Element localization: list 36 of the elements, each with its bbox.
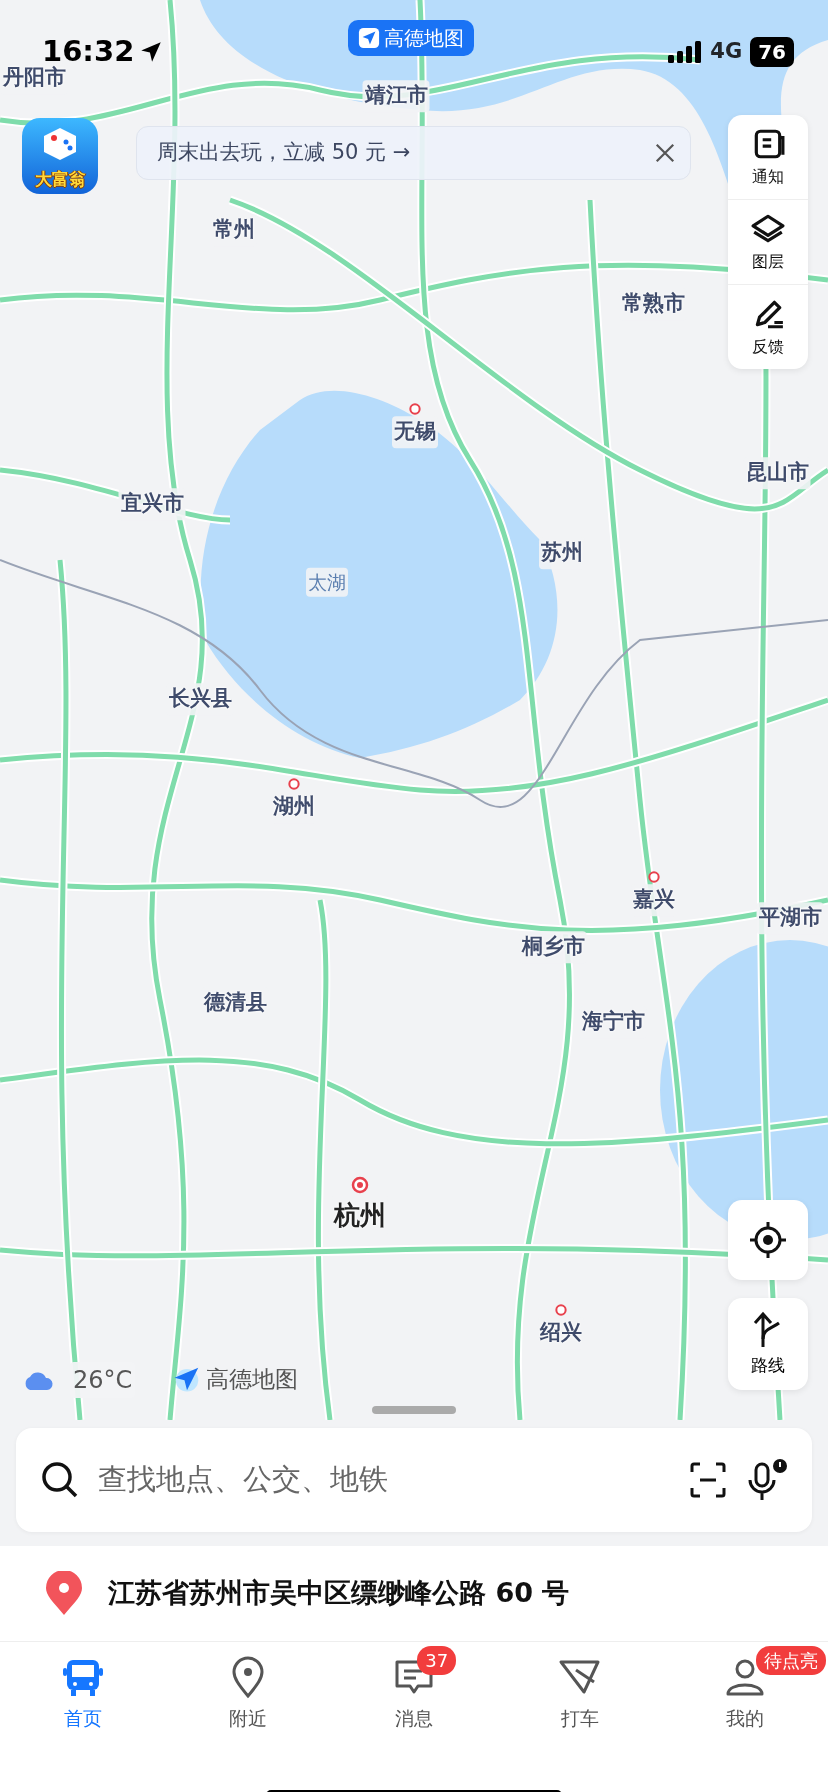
city-label: 桐乡市 <box>519 931 587 963</box>
signal-icon <box>668 40 703 63</box>
scan-icon[interactable] <box>688 1460 728 1500</box>
city-label: 嘉兴 <box>631 884 677 916</box>
map-pin-icon <box>44 1570 84 1617</box>
crosshair-icon <box>748 1220 788 1260</box>
search-bar[interactable]: 查找地点、公交、地铁 <box>16 1428 812 1532</box>
search-icon <box>40 1460 80 1500</box>
current-address: 江苏省苏州市吴中区缥缈峰公路 60 号 <box>108 1576 570 1611</box>
network-label: 4G <box>710 38 743 65</box>
promo-banner[interactable]: 周末出去玩，立减 50 元 → <box>136 126 691 180</box>
route-button[interactable]: 路线 <box>728 1298 808 1390</box>
side-tool-button[interactable]: 通知 <box>728 115 808 199</box>
lake-label: 太湖 <box>306 567 348 597</box>
battery-level: 76 <box>750 36 794 67</box>
paper-plane-icon <box>358 27 380 49</box>
tab-button[interactable]: 首页 <box>0 1642 166 1734</box>
notification-badge: 37 <box>417 1646 457 1675</box>
drag-handle[interactable] <box>372 1406 456 1414</box>
city-label: 平湖市 <box>756 902 824 934</box>
city-label: 靖江市 <box>362 80 430 112</box>
app-badge[interactable]: 高德地图 <box>348 20 474 56</box>
city-label: 宜兴市 <box>118 488 186 520</box>
city-label: 长兴县 <box>166 683 234 715</box>
tab-button[interactable]: 附近 <box>165 1642 332 1734</box>
search-field[interactable]: 查找地点、公交、地铁 <box>96 1457 672 1503</box>
game-app-label: 大富翁 <box>33 167 87 191</box>
map-logo-text: 高德地图 <box>206 1365 298 1394</box>
close-icon[interactable] <box>654 142 676 164</box>
promo-text: 周末出去玩，立减 50 元 → <box>157 139 411 167</box>
locate-button[interactable] <box>728 1200 808 1280</box>
side-tool-button[interactable]: 图层 <box>728 199 808 284</box>
notification-badge: 待点亮 <box>755 1646 826 1675</box>
city-label: 无锡 <box>392 416 438 448</box>
tab-button[interactable]: 打车 <box>496 1642 663 1734</box>
side-tool-button[interactable]: 反馈 <box>728 284 808 369</box>
